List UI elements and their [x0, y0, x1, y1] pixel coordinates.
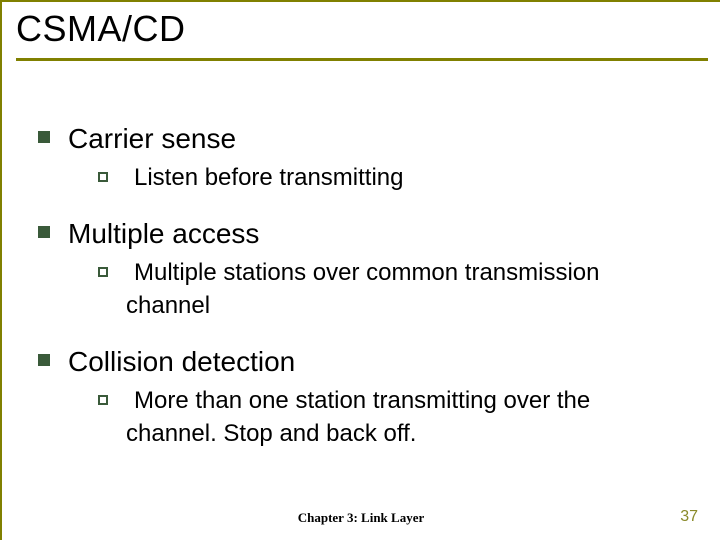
- sub-item-text: Multiple stations over common transmissi…: [126, 257, 686, 322]
- sub-list-item: Multiple stations over common transmissi…: [98, 257, 690, 322]
- outline-square-bullet-icon: [98, 267, 108, 277]
- sub-list: More than one station transmitting over …: [98, 385, 690, 450]
- footer-chapter: Chapter 3: Link Layer: [2, 510, 720, 526]
- page-number: 37: [680, 508, 698, 526]
- sub-item-text: More than one station transmitting over …: [126, 385, 686, 450]
- title-area: CSMA/CD: [2, 2, 720, 61]
- sub-list-item: Listen before transmitting: [98, 162, 690, 194]
- slide-title: CSMA/CD: [16, 8, 720, 56]
- square-bullet-icon: [38, 354, 50, 366]
- item-label: Multiple access: [68, 216, 259, 251]
- slide: CSMA/CD Carrier sense Listen before tran…: [0, 0, 720, 540]
- sub-list: Listen before transmitting: [98, 162, 690, 194]
- item-label: Carrier sense: [68, 121, 236, 156]
- sub-item-text: Listen before transmitting: [126, 162, 403, 194]
- item-label: Collision detection: [68, 344, 295, 379]
- slide-body: Carrier sense Listen before transmitting…: [2, 61, 720, 450]
- list-item: Collision detection: [38, 344, 690, 379]
- sub-list-item: More than one station transmitting over …: [98, 385, 690, 450]
- sub-list: Multiple stations over common transmissi…: [98, 257, 690, 322]
- list-item: Carrier sense: [38, 121, 690, 156]
- outline-square-bullet-icon: [98, 172, 108, 182]
- square-bullet-icon: [38, 131, 50, 143]
- square-bullet-icon: [38, 226, 50, 238]
- list-item: Multiple access: [38, 216, 690, 251]
- outline-square-bullet-icon: [98, 395, 108, 405]
